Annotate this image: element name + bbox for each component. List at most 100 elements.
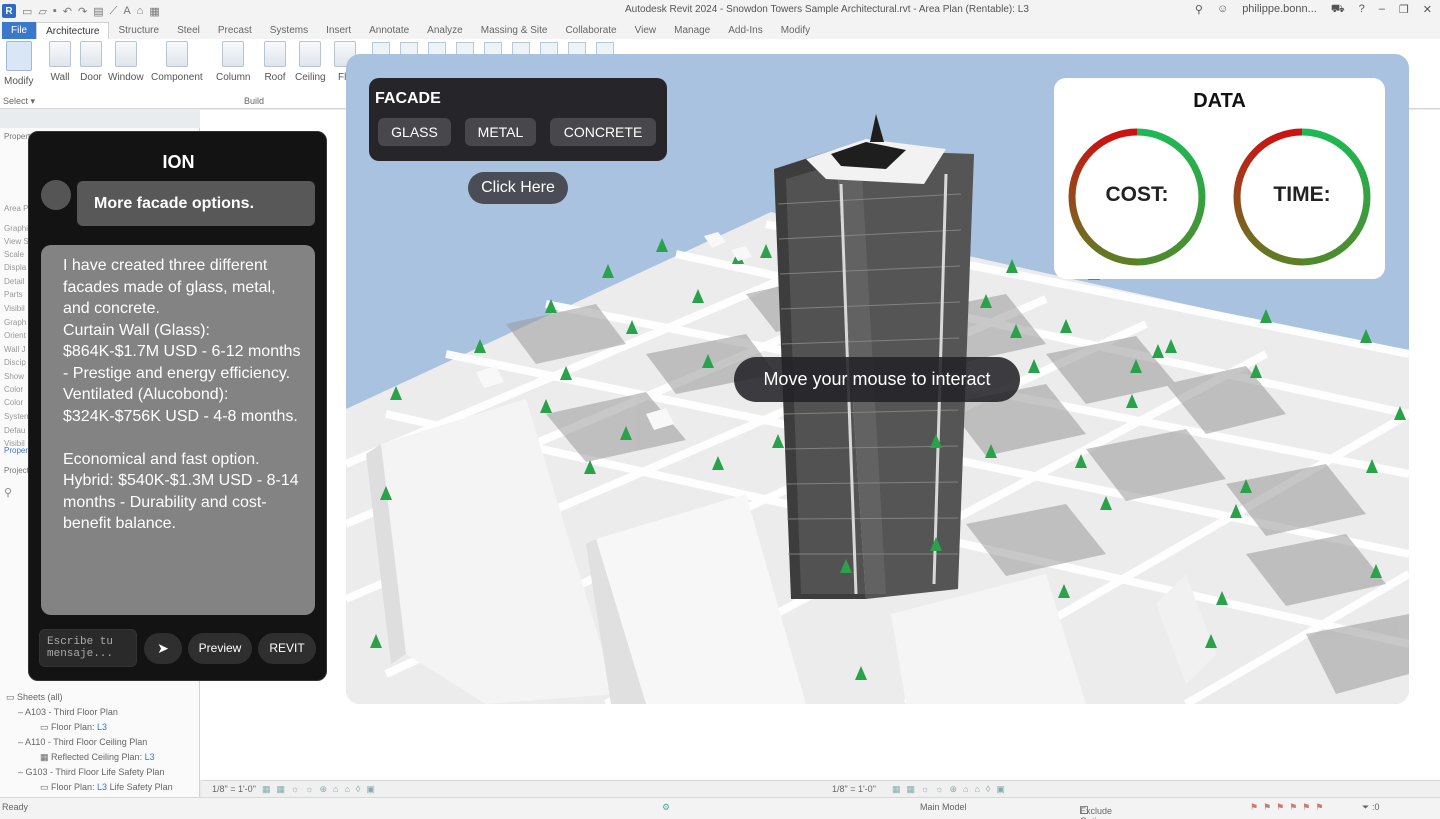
prop-line: Color <box>4 398 24 407</box>
prop-line: Orient <box>4 331 26 340</box>
interact-hint: Move your mouse to interact <box>734 357 1020 402</box>
ceiling-tool[interactable]: Ceiling <box>295 41 326 83</box>
text-icon[interactable]: A <box>123 5 130 18</box>
open-icon[interactable]: ▭ <box>22 5 32 18</box>
assistant-line: Economical and fast option. Hybrid: $540… <box>63 450 299 533</box>
view-controls-icon[interactable]: ▦▦☼☼⊕⌂⌂◊▣ <box>892 784 1011 795</box>
search-icon[interactable]: ⚲ <box>4 486 12 499</box>
data-panel: DATA COST: TIME: <box>1054 78 1385 279</box>
metal-button[interactable]: METAL <box>465 118 536 146</box>
print-icon[interactable]: ▤ <box>93 5 103 18</box>
tab-manage[interactable]: Manage <box>665 22 719 39</box>
minimize-icon[interactable]: – <box>1379 3 1385 17</box>
wall-icon <box>49 41 71 67</box>
undo-icon[interactable]: ↶ <box>63 5 72 18</box>
tab-collaborate[interactable]: Collaborate <box>556 22 625 39</box>
ribbon-tabs: File Architecture Structure Steel Precas… <box>0 22 1440 39</box>
home-icon[interactable]: ⌂ <box>137 5 144 18</box>
prop-line: Defau <box>4 426 26 435</box>
door-tool[interactable]: Door <box>80 41 102 83</box>
revit-button[interactable]: REVIT <box>258 633 316 664</box>
ceiling-icon <box>299 41 322 67</box>
view-scale-right[interactable]: 1/8" = 1'-0" <box>832 784 876 794</box>
tab-analyze[interactable]: Analyze <box>418 22 472 39</box>
tab-structure[interactable]: Structure <box>109 22 168 39</box>
chat-input[interactable] <box>39 629 137 667</box>
folder-icon[interactable]: ▱ <box>38 5 46 18</box>
window-tool[interactable]: Window <box>108 41 144 83</box>
tab-annotate[interactable]: Annotate <box>360 22 418 39</box>
save-icon[interactable]: ▪ <box>53 5 57 18</box>
prop-line: Discip <box>4 358 26 367</box>
properties-link[interactable]: Propert <box>4 446 30 455</box>
tree-item[interactable]: – G103 - Third Floor Life Safety Plan <box>18 767 218 777</box>
send-button[interactable]: ➤ <box>144 633 182 664</box>
avatar <box>41 180 71 210</box>
cart-icon[interactable]: ⛟ <box>1331 3 1345 17</box>
component-tool[interactable]: Component <box>151 41 203 83</box>
prop-line: Graphi <box>4 224 29 233</box>
cursor-icon <box>5 41 32 71</box>
door-icon <box>80 41 102 67</box>
tab-systems[interactable]: Systems <box>261 22 317 39</box>
tab-steel[interactable]: Steel <box>168 22 209 39</box>
revit-logo-icon[interactable]: R <box>2 4 16 18</box>
user-icon[interactable]: ☺ <box>1217 3 1228 17</box>
tab-architecture[interactable]: Architecture <box>36 22 110 39</box>
restore-icon[interactable]: ❐ <box>1399 3 1409 17</box>
tree-item[interactable]: – A103 - Third Floor Plan <box>18 707 218 717</box>
prop-line: Detail <box>4 277 25 286</box>
click-here-button[interactable]: Click Here <box>468 172 568 204</box>
tree-item[interactable]: – A110 - Third Floor Ceiling Plan <box>18 737 218 747</box>
filter-icon[interactable]: ⏷ <box>1362 802 1369 813</box>
modify-tool[interactable]: Modify <box>4 41 33 87</box>
send-icon: ➤ <box>157 640 169 656</box>
time-label: TIME: <box>1273 183 1331 206</box>
prop-line: Visibil <box>4 304 25 313</box>
tab-file[interactable]: File <box>2 22 37 39</box>
tree-item[interactable]: ▭ Sheets (all) <box>6 692 206 703</box>
sync-icon[interactable]: ⚙ <box>662 802 670 813</box>
prop-line: Parts <box>4 290 23 299</box>
prop-line: Area P <box>4 204 29 213</box>
tab-modify[interactable]: Modify <box>772 22 819 39</box>
selection-tools-icon[interactable]: ⚑⚑⚑⚑⚑⚑ <box>1250 802 1328 813</box>
glass-button[interactable]: GLASS <box>378 118 451 146</box>
view-scale-left[interactable]: 1/8" = 1'-0" <box>212 784 256 794</box>
user-name[interactable]: philippe.bonn... <box>1242 3 1317 17</box>
prop-line: Wall J <box>4 345 26 354</box>
prop-line: Color <box>4 385 24 394</box>
binoculars-icon[interactable]: ⚲ <box>1195 3 1203 17</box>
measure-icon[interactable]: ⟋ <box>110 5 118 18</box>
preview-button[interactable]: Preview <box>188 633 252 664</box>
redo-icon[interactable]: ↷ <box>78 5 87 18</box>
tab-precast[interactable]: Precast <box>209 22 261 39</box>
select-group-label[interactable]: Select ▾ <box>3 96 35 107</box>
model-selector[interactable]: Main Model <box>920 802 967 812</box>
roof-tool[interactable]: Roof <box>264 41 286 83</box>
ion-title: ION <box>162 152 195 172</box>
assistant-line: I have created three different facades m… <box>63 257 276 317</box>
help-icon[interactable]: ? <box>1359 3 1365 17</box>
tab-massing-site[interactable]: Massing & Site <box>472 22 557 39</box>
build-group-label: Build <box>244 96 265 106</box>
wall-tool[interactable]: Wall <box>49 41 71 83</box>
roof-icon <box>264 41 286 67</box>
quick-access-toolbar: ▭ ▱ ▪ ↶ ↷ ▤ ⟋ A ⌂ ▦ <box>22 5 160 18</box>
view-controls-icon[interactable]: ▦▦☼☼⊕⌂⌂◊▣ <box>262 784 381 795</box>
prop-line: Show <box>4 372 25 381</box>
title-bar-right: ⚲ ☺ philippe.bonn... ⛟ ? – ❐ ✕ <box>1195 3 1432 17</box>
assistant-line: Curtain Wall (Glass): $864K-$1.7M USD - … <box>63 321 301 382</box>
tab-view[interactable]: View <box>626 22 666 39</box>
tab-add-ins[interactable]: Add-Ins <box>719 22 771 39</box>
close-icon[interactable]: ✕ <box>1423 3 1432 17</box>
title-bar: R ▭ ▱ ▪ ↶ ↷ ▤ ⟋ A ⌂ ▦ Autodesk Revit 202… <box>0 0 1440 22</box>
data-title: DATA <box>1193 90 1246 112</box>
facade-title: FACADE <box>375 90 441 107</box>
concrete-button[interactable]: CONCRETE <box>550 118 656 146</box>
switch-windows-icon[interactable]: ▦ <box>149 5 159 18</box>
view-control-bar: 1/8" = 1'-0" ▦▦☼☼⊕⌂⌂◊▣ 1/8" = 1'-0" ▦▦☼☼… <box>202 780 1440 797</box>
column-tool[interactable]: Column <box>216 41 250 83</box>
assistant-line <box>63 427 303 449</box>
tab-insert[interactable]: Insert <box>317 22 360 39</box>
